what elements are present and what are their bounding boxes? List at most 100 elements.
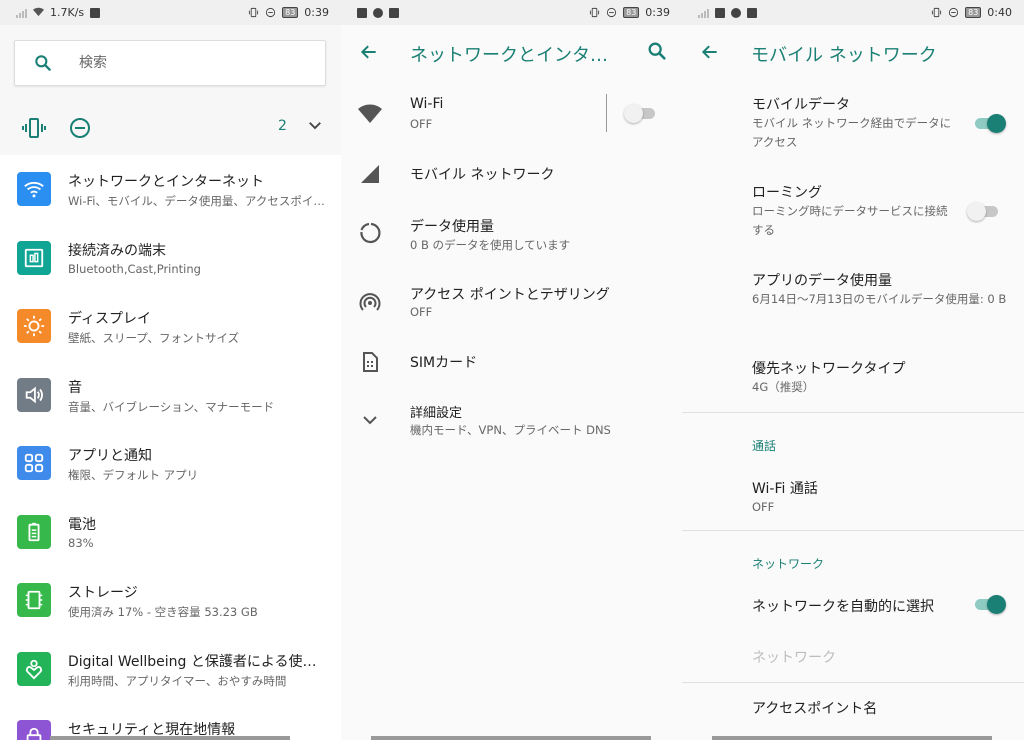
notification-icon xyxy=(747,7,757,18)
clock: 0:39 xyxy=(304,6,329,19)
item-subtitle: 83% xyxy=(68,535,94,550)
fan-notification-icon xyxy=(373,7,383,18)
notification-icon xyxy=(90,7,101,18)
item-title: ストレージ xyxy=(68,585,138,601)
chevron-down-icon[interactable] xyxy=(306,116,324,134)
network-speed: 1.7K/s xyxy=(50,6,85,19)
back-arrow-icon[interactable] xyxy=(359,42,379,62)
image-notification-icon xyxy=(715,7,725,18)
wifi-calling-status: OFF xyxy=(752,500,775,514)
data-usage-icon xyxy=(360,222,381,244)
wifi-toggle[interactable] xyxy=(624,103,658,123)
item-title: 電池 xyxy=(68,516,96,533)
search-icon[interactable] xyxy=(646,40,668,62)
preferred-network-value: 4G（推奨） xyxy=(752,380,815,394)
item-subtitle: 利用時間、アプリタイマー、おやすみ時間 xyxy=(68,673,287,688)
item-subtitle: 権限、デフォルト アプリ xyxy=(68,468,199,482)
hotspot-row[interactable]: アクセス ポイントとテザリング OFF xyxy=(341,272,682,334)
section-header-network: ネットワーク xyxy=(752,557,825,571)
search-input[interactable] xyxy=(77,54,281,72)
app-data-usage-row[interactable]: アプリのデータ使用量 6月14日～7月13日のモバイルデータ使用量: 0 B xyxy=(682,262,1024,340)
back-arrow-icon[interactable] xyxy=(700,42,720,62)
brightness-icon xyxy=(17,309,51,343)
conditions-count: 2 xyxy=(278,118,287,134)
mobile-data-row[interactable]: モバイルデータ モバイル ネットワーク経由でデータにアクセス xyxy=(682,84,1024,162)
section-header-calls: 通話 xyxy=(752,439,777,453)
status-bar: 83 0:39 xyxy=(341,0,682,25)
wifi-calling-row[interactable]: Wi-Fi 通話 OFF xyxy=(682,470,1024,526)
settings-item-battery[interactable]: 電池 83% xyxy=(0,498,341,567)
app-data-usage-subtitle: 6月14日～7月13日のモバイルデータ使用量: 0 B xyxy=(752,292,1007,306)
item-title: 音 xyxy=(68,379,82,396)
divider xyxy=(606,94,607,132)
settings-search-bar[interactable] xyxy=(14,40,326,86)
auto-select-toggle[interactable] xyxy=(972,594,1006,614)
item-subtitle: 使用済み 17% - 空き容量 53.23 GB xyxy=(68,605,258,619)
app-data-usage-title: アプリのデータ使用量 xyxy=(752,273,892,289)
search-icon xyxy=(35,55,51,71)
network-select-row: ネットワーク xyxy=(682,634,1024,678)
item-subtitle: Bluetooth,Cast,Printing xyxy=(68,261,201,276)
image-notification-icon xyxy=(357,7,367,18)
mobile-data-toggle[interactable] xyxy=(972,113,1006,133)
status-bar: 83 0:40 xyxy=(682,0,1024,25)
battery-status: 83 xyxy=(623,7,640,18)
settings-item-network[interactable]: ネットワークとインターネット Wi-Fi、モバイル、データ使用量、アクセスポイン… xyxy=(0,155,341,224)
network-settings-panel: 83 0:39 ネットワークとインターネット Wi-Fi OFF モバイル ネッ… xyxy=(341,0,682,740)
advanced-row[interactable]: 詳細設定 機内モード、VPN、プライベート DNS xyxy=(341,392,682,447)
wifi-status-icon xyxy=(33,7,44,17)
auto-select-network-row[interactable]: ネットワークを自動的に選択 xyxy=(682,584,1024,628)
status-bar: 1.7K/s 83 0:39 xyxy=(0,0,341,25)
wifi-row[interactable]: Wi-Fi OFF xyxy=(341,82,682,144)
data-usage-row[interactable]: データ使用量 0 B のデータを使用しています xyxy=(341,204,682,266)
divider xyxy=(682,682,1024,683)
chevron-down-icon xyxy=(363,416,377,425)
divider xyxy=(682,530,1024,531)
dnd-status-icon xyxy=(949,7,959,18)
roaming-title: ローミング xyxy=(752,185,822,201)
preferred-network-title: 優先ネットワークタイプ xyxy=(752,361,906,377)
clock: 0:40 xyxy=(987,6,1012,19)
app-bar: ネットワークとインターネット xyxy=(341,25,682,79)
settings-category-list: ネットワークとインターネット Wi-Fi、モバイル、データ使用量、アクセスポイン… xyxy=(0,155,341,740)
settings-item-wellbeing[interactable]: Digital Wellbeing と保護者による使用制限 利用時間、アプリタイ… xyxy=(0,635,341,704)
settings-item-display[interactable]: ディスプレイ 壁紙、スリープ、フォントサイズ xyxy=(0,292,341,361)
clock: 0:39 xyxy=(645,6,670,19)
sim-card-title: SIMカード xyxy=(410,355,478,371)
divider xyxy=(682,412,1024,413)
roaming-toggle[interactable] xyxy=(967,201,1001,221)
item-title: ディスプレイ xyxy=(68,311,152,327)
item-title: アプリと通知 xyxy=(68,448,152,464)
settings-item-apps[interactable]: アプリと通知 権限、デフォルト アプリ xyxy=(0,429,341,498)
roaming-row[interactable]: ローミング ローミング時にデータサービスに接続する xyxy=(682,172,1024,250)
settings-home-panel: 1.7K/s 83 0:39 2 ネットワークとインターネット Wi-Fi、モバ… xyxy=(0,0,341,740)
page-title: ネットワークとインターネット xyxy=(410,45,620,66)
signal-icon xyxy=(16,7,27,18)
mobile-network-row[interactable]: モバイル ネットワーク xyxy=(341,150,682,200)
volume-icon xyxy=(17,377,51,412)
vibrate-status-icon xyxy=(590,7,600,18)
item-subtitle: 音量、バイブレーション、マナーモード xyxy=(68,399,275,414)
vibrate-status-icon xyxy=(932,7,942,18)
wifi-title: Wi-Fi xyxy=(410,96,444,112)
mobile-data-subtitle: モバイル ネットワーク経由でデータにアクセス xyxy=(752,116,952,149)
mobile-network-panel: 83 0:40 モバイル ネットワーク モバイルデータ モバイル ネットワーク経… xyxy=(682,0,1024,740)
data-usage-subtitle: 0 B のデータを使用しています xyxy=(410,238,571,252)
conditions-bar[interactable]: 2 xyxy=(0,100,341,155)
item-title: 接続済みの端末 xyxy=(68,242,166,259)
apn-row[interactable]: アクセスポイント名 xyxy=(682,686,1024,730)
app-bar: モバイル ネットワーク xyxy=(682,25,1024,79)
sim-card-row[interactable]: SIMカード xyxy=(341,340,682,390)
mobile-data-title: モバイルデータ xyxy=(752,97,850,113)
vibrate-status-icon xyxy=(249,7,259,18)
settings-item-sound[interactable]: 音 音量、バイブレーション、マナーモード xyxy=(0,361,341,430)
fan-notification-icon xyxy=(731,7,741,18)
settings-item-storage[interactable]: ストレージ 使用済み 17% - 空き容量 53.23 GB xyxy=(0,566,341,635)
dnd-status-icon xyxy=(266,7,276,18)
wifi-status: OFF xyxy=(410,117,433,131)
battery-status: 83 xyxy=(965,7,982,18)
preferred-network-row[interactable]: 優先ネットワークタイプ 4G（推奨） xyxy=(682,350,1024,408)
settings-item-security[interactable]: セキュリティと現在地情報 xyxy=(0,703,341,740)
item-subtitle: Wi-Fi、モバイル、データ使用量、アクセスポイント xyxy=(68,194,330,208)
settings-item-devices[interactable]: 接続済みの端末 Bluetooth,Cast,Printing xyxy=(0,224,341,293)
